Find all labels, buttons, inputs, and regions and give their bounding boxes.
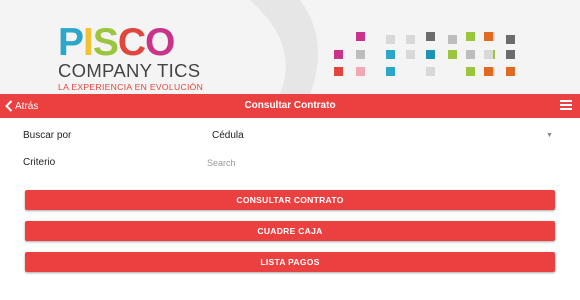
- decorative-square: [506, 35, 515, 44]
- search-by-select[interactable]: Cédula: [212, 130, 552, 144]
- decorative-square: [484, 67, 493, 76]
- logo-letter: I: [83, 21, 94, 64]
- decorative-square: [466, 32, 475, 41]
- decorative-square: [356, 50, 365, 59]
- page-title: Consultar Contrato: [244, 100, 336, 111]
- logo-letter: P: [58, 21, 84, 64]
- decorative-square: [426, 32, 435, 41]
- top-navbar: Atrás Consultar Contrato: [0, 94, 580, 118]
- decorative-square: [466, 67, 475, 76]
- decorative-square: [386, 35, 395, 44]
- decorative-square: [386, 67, 395, 76]
- criteria-search-input[interactable]: [207, 155, 547, 171]
- cash-balance-button[interactable]: CUADRE CAJA: [25, 221, 555, 241]
- payments-list-button[interactable]: LISTA PAGOS: [25, 252, 555, 272]
- logo-letter: S: [92, 21, 119, 64]
- logo-letter: C: [117, 21, 146, 64]
- consult-contract-button[interactable]: CONSULTAR CONTRATO: [25, 190, 555, 210]
- decorative-square: [356, 67, 365, 76]
- hamburger-menu-icon[interactable]: [560, 100, 572, 112]
- decorative-square: [506, 50, 515, 59]
- decorative-square: [334, 67, 343, 76]
- decorative-square: [484, 50, 493, 59]
- decorative-square: [448, 50, 457, 59]
- decorative-square: [506, 67, 515, 76]
- logo-subtitle: COMPANY TICS: [58, 60, 201, 81]
- logo-tagline: LA EXPERIENCIA EN EVOLUCIÓN: [58, 82, 204, 92]
- decorative-square: [386, 50, 395, 59]
- decorative-square: [406, 35, 415, 44]
- header-banner: PISCO COMPANY TICS LA EXPERIENCIA EN EVO…: [0, 0, 580, 94]
- decorative-square: [356, 32, 365, 41]
- caret-down-icon[interactable]: ▼: [546, 132, 553, 139]
- logo-wordmark: PISCO: [58, 21, 203, 64]
- decorative-square: [426, 67, 435, 76]
- search-by-selected-value: Cédula: [212, 130, 244, 141]
- decorative-square: [466, 50, 475, 59]
- company-logo: PISCO COMPANY TICS LA EXPERIENCIA EN EVO…: [58, 21, 204, 92]
- decorative-square: [334, 50, 343, 59]
- decorative-square: [426, 50, 435, 59]
- criteria-label: Criterio: [23, 157, 56, 168]
- decorative-square: [484, 32, 493, 41]
- search-by-label: Buscar por: [23, 130, 72, 141]
- logo-letter: O: [145, 21, 175, 64]
- decorative-square: [406, 50, 415, 59]
- decorative-square: [448, 35, 457, 44]
